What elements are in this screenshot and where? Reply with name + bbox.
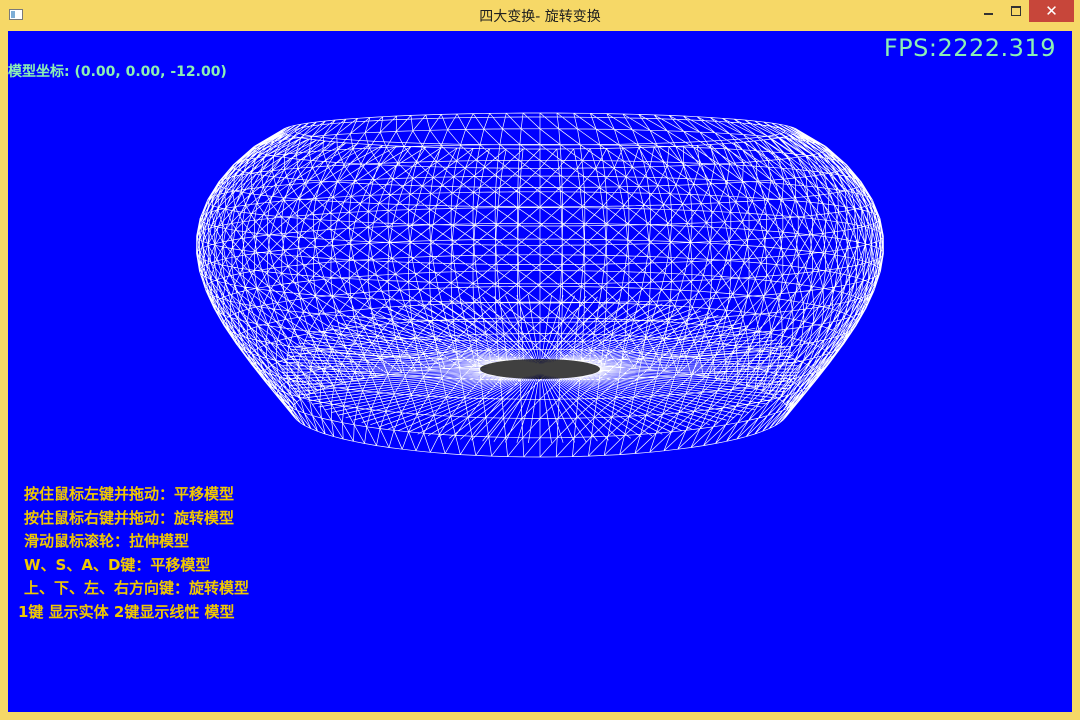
- minimize-button[interactable]: [973, 0, 1003, 22]
- help-line: 按住鼠标右键并拖动：旋转模型: [24, 508, 235, 527]
- controls-help-panel: 按住鼠标左键并拖动：平移模型 按住鼠标右键并拖动：旋转模型 滑动鼠标滚轮：拉伸模…: [18, 483, 250, 625]
- bowl-bottom-center: [480, 359, 600, 379]
- help-line: 上、下、左、右方向键：旋转模型: [24, 579, 250, 598]
- minimize-icon: [983, 13, 993, 15]
- title-bar[interactable]: 四大变换- 旋转变换 ✕: [0, 0, 1080, 31]
- close-button[interactable]: ✕: [1029, 0, 1074, 22]
- window-title: 四大变换- 旋转变换: [479, 9, 601, 25]
- model-coordinates-readout: 模型坐标: (0.00, 0.00, -12.00): [8, 64, 227, 80]
- help-line: 1键 显示实体 2键显示线性 模型: [18, 602, 235, 621]
- maximize-icon: [1011, 6, 1021, 16]
- app-window: 四大变换- 旋转变换 ✕ 模型坐标: (0.00, 0.00, -12.00) …: [0, 0, 1080, 720]
- help-line: 滑动鼠标滚轮：拉伸模型: [24, 532, 190, 551]
- close-icon: ✕: [1045, 2, 1058, 20]
- render-viewport[interactable]: 模型坐标: (0.00, 0.00, -12.00) FPS:2222.319 …: [8, 31, 1072, 712]
- help-line: W、S、A、D键：平移模型: [24, 555, 211, 574]
- help-line: 按住鼠标左键并拖动：平移模型: [24, 485, 235, 503]
- maximize-button[interactable]: [1003, 0, 1029, 22]
- wireframe-mesh-lines: [196, 112, 884, 458]
- fps-counter: FPS:2222.319: [883, 34, 1056, 62]
